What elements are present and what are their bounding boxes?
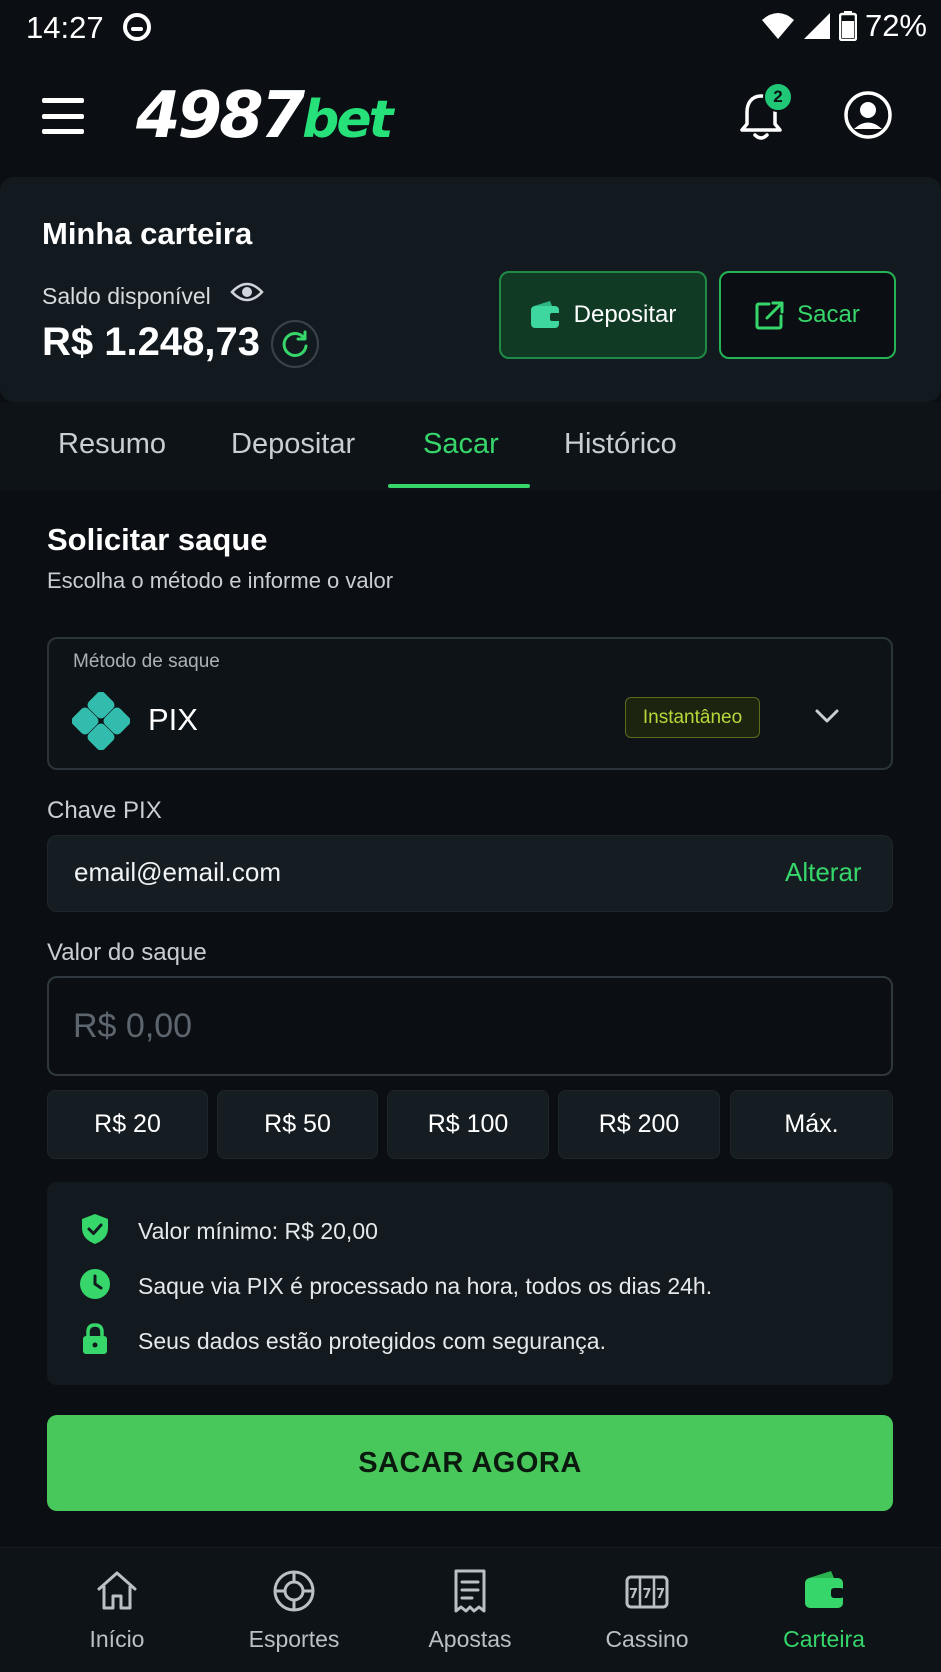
shield-check-icon: [82, 1214, 108, 1244]
wallet-icon: [530, 301, 561, 328]
status-indicators: 72%: [761, 8, 927, 44]
chevron-down-icon[interactable]: [812, 704, 842, 728]
notification-badge: 2: [763, 82, 793, 112]
withdraw-button[interactable]: Sacar: [719, 271, 896, 359]
battery-percent: 72%: [864, 8, 927, 43]
quick-amount-200[interactable]: R$ 200: [558, 1090, 720, 1159]
tab-resumo[interactable]: Resumo: [58, 428, 166, 461]
bet-slip-icon: [454, 1569, 486, 1613]
refresh-button[interactable]: [271, 320, 319, 368]
wallet-title: Minha carteira: [42, 216, 253, 251]
wallet-icon: [805, 1571, 844, 1608]
deposit-button[interactable]: Depositar: [499, 271, 707, 359]
quick-amount-50[interactable]: R$ 50: [217, 1090, 378, 1159]
info-processing: Saque via PIX é processado na hora, todo…: [138, 1273, 713, 1299]
tab-sacar[interactable]: Sacar: [423, 428, 499, 461]
method-name: PIX: [148, 702, 198, 737]
nav-label: Esportes: [248, 1626, 340, 1652]
tab-historico[interactable]: Histórico: [564, 428, 677, 461]
home-icon: [97, 1571, 137, 1610]
pix-key-label: Chave PIX: [47, 797, 162, 824]
svg-text:7: 7: [642, 1587, 651, 1602]
svg-text:7: 7: [656, 1587, 665, 1602]
pix-icon: [72, 692, 130, 750]
eye-icon[interactable]: [230, 280, 264, 304]
logo-suffix: bet: [302, 90, 393, 150]
pix-key-value: email@email.com: [74, 857, 281, 887]
nav-label: Carteira: [783, 1626, 865, 1652]
nav-carteira[interactable]: Carteira: [749, 1568, 899, 1653]
section-title: Solicitar saque: [47, 522, 268, 557]
nav-cassino[interactable]: 7 7 7 Cassino: [572, 1568, 722, 1653]
quick-amount-max[interactable]: Máx.: [730, 1090, 893, 1159]
logo-number: 4987: [136, 79, 305, 153]
slot-machine-icon: 7 7 7: [625, 1575, 669, 1609]
tab-depositar[interactable]: Depositar: [231, 428, 355, 461]
info-security: Seus dados estão protegidos com seguranç…: [138, 1328, 606, 1354]
instant-badge: Instantâneo: [625, 697, 760, 738]
profile-icon[interactable]: [843, 90, 893, 140]
clock-icon: [80, 1269, 110, 1299]
nav-esportes[interactable]: Esportes: [219, 1568, 369, 1653]
balance-label: Saldo disponível: [42, 283, 211, 309]
info-min-value: Valor mínimo: R$ 20,00: [138, 1218, 378, 1244]
svg-text:7: 7: [629, 1587, 638, 1602]
deposit-button-label: Depositar: [573, 301, 677, 328]
nav-apostas[interactable]: Apostas: [395, 1568, 545, 1653]
change-pix-key-link[interactable]: Alterar: [785, 857, 862, 888]
battery-icon: [838, 11, 857, 41]
status-time: 14:27: [26, 10, 104, 45]
app-notification-icon: [123, 13, 151, 41]
balance-value: R$ 1.248,73: [42, 320, 260, 364]
method-label: Método de saque: [73, 651, 220, 672]
nav-label: Cassino: [605, 1626, 689, 1652]
menu-icon[interactable]: [42, 98, 84, 134]
nav-label: Início: [89, 1626, 145, 1652]
nav-inicio[interactable]: Início: [42, 1568, 192, 1653]
quick-amount-100[interactable]: R$ 100: [387, 1090, 549, 1159]
sports-ball-icon: [273, 1570, 315, 1612]
section-subtitle: Escolha o método e informe o valor: [47, 568, 394, 593]
external-share-icon: [755, 301, 784, 330]
withdraw-button-label: Sacar: [797, 301, 860, 328]
quick-amount-20[interactable]: R$ 20: [47, 1090, 208, 1159]
nav-label: Apostas: [428, 1626, 512, 1652]
refresh-icon: [282, 330, 308, 357]
lock-icon: [83, 1323, 107, 1354]
withdraw-now-button[interactable]: SACAR AGORA: [47, 1415, 893, 1511]
amount-label: Valor do saque: [47, 939, 207, 966]
wifi-icon: [761, 13, 794, 39]
active-tab-indicator: [388, 484, 530, 488]
signal-icon: [803, 13, 830, 39]
amount-input[interactable]: [47, 976, 893, 1076]
brand-logo[interactable]: 4987bet: [136, 79, 393, 156]
